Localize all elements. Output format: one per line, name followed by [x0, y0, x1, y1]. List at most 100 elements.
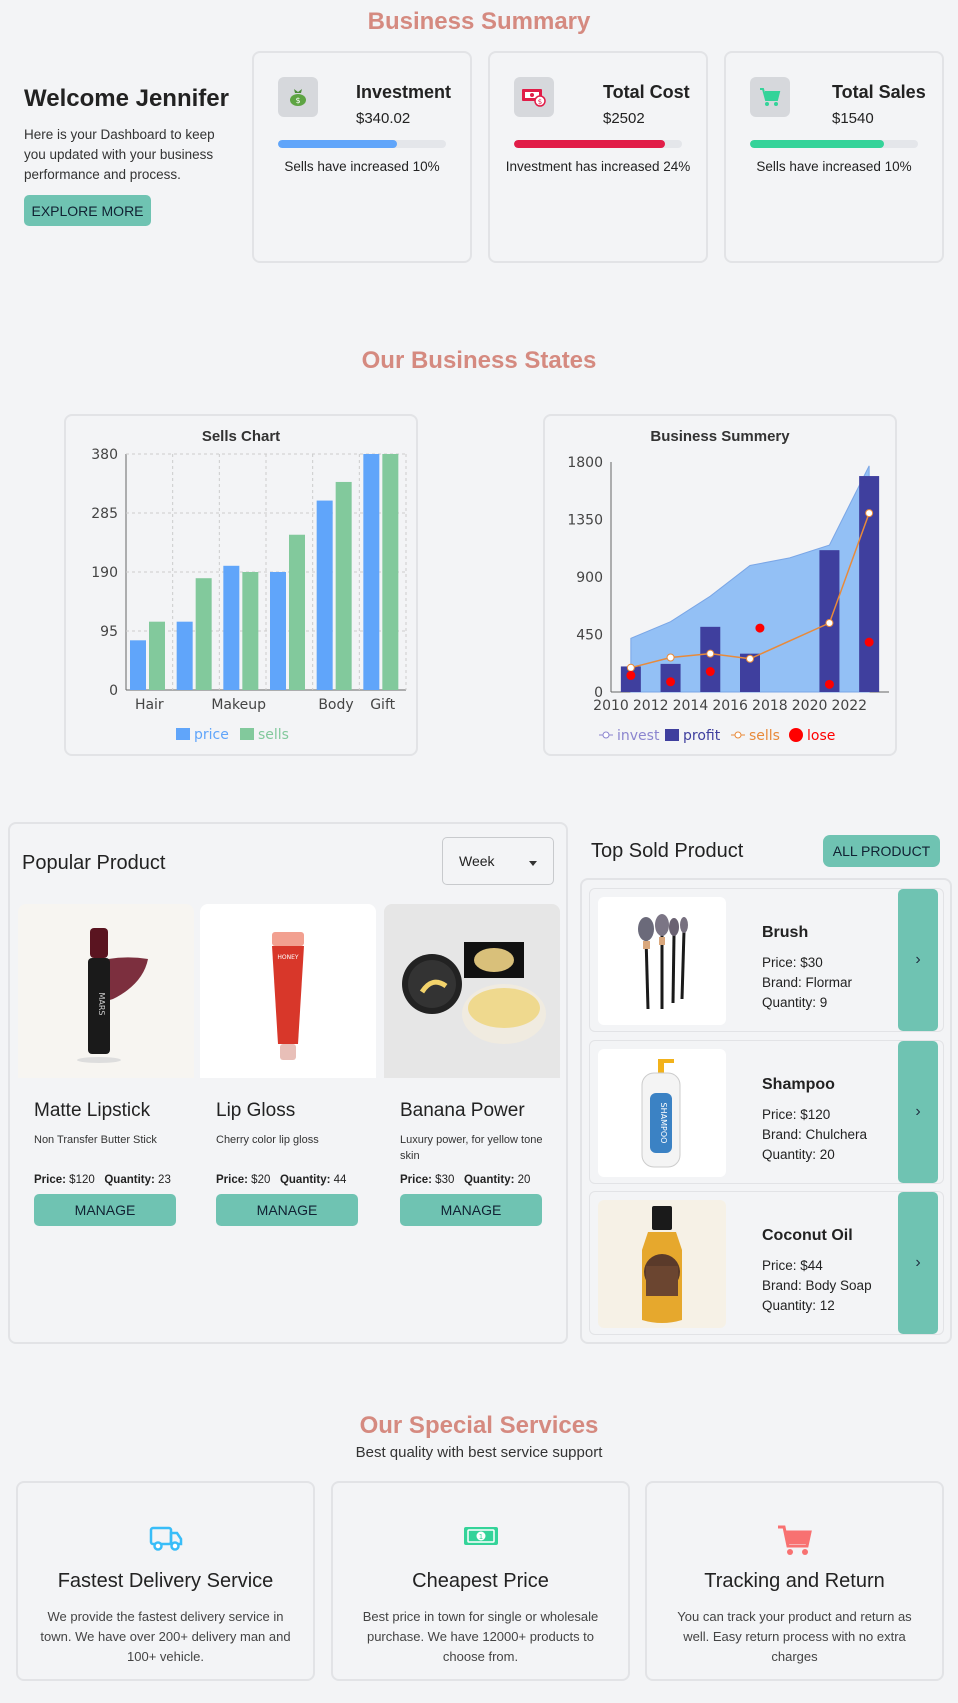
- welcome-title: Welcome Jennifer: [24, 85, 229, 112]
- stat-label: Total Sales: [832, 82, 926, 102]
- legend-label: sells: [749, 728, 780, 744]
- legend-swatch: [734, 731, 742, 739]
- bar-sells: [289, 534, 305, 690]
- product-name: Banana Power: [400, 1100, 525, 1121]
- point-sells: [706, 649, 715, 658]
- service-title: Fastest Delivery Service: [57, 1570, 274, 1592]
- stat-card-investment: $ Investment $340.02 Sells have increase…: [252, 51, 472, 263]
- bar-sells: [149, 621, 165, 690]
- product-desc: Luxury power, for yellow tone skin: [400, 1134, 543, 1162]
- bar-price: [223, 565, 240, 690]
- product-desc: Non Transfer Butter Stick: [34, 1134, 157, 1146]
- bar-sells: [195, 578, 212, 690]
- point-lose: [824, 679, 834, 689]
- point-lose: [705, 667, 715, 677]
- coconut-oil-image: [598, 1200, 726, 1328]
- chevron-right-icon[interactable]: ›: [898, 1192, 938, 1334]
- stat-card-total-sales: Total Sales $1540 Sells have increased 1…: [724, 51, 944, 263]
- y-tick-label: 190: [91, 565, 118, 581]
- y-tick-label: 95: [100, 624, 118, 640]
- bar-profit: [859, 476, 880, 692]
- stat-label: Investment: [356, 82, 452, 102]
- bar-sells: [382, 454, 399, 690]
- manage-button[interactable]: MANAGE: [34, 1194, 176, 1226]
- y-tick-label: 1800: [567, 455, 603, 471]
- stat-value: $340.02: [356, 110, 411, 127]
- money-icon: 1: [333, 1524, 628, 1564]
- sells-chart-card: Sells Chart 0 95 190 285 380 Hair Makeup Body Gi…: [64, 414, 418, 756]
- product-name: Lip Gloss: [216, 1100, 296, 1121]
- legend-label: profit: [683, 728, 721, 744]
- x-tick-label: 2022: [831, 698, 867, 714]
- point-lose: [864, 637, 874, 647]
- top-sold-name: Shampoo: [762, 1076, 835, 1093]
- stat-note: Sells have increased 10%: [284, 159, 440, 174]
- point-sells: [825, 619, 834, 627]
- all-product-button[interactable]: ALL PRODUCT: [823, 835, 940, 867]
- top-sold-info: Price: $44 Brand: Body Soap Quantity: 12: [762, 1258, 872, 1313]
- stat-progress-bar: [514, 140, 682, 148]
- svg-text:MARS: MARS: [97, 992, 106, 1015]
- stat-progress-bar: [278, 140, 446, 148]
- chevron-right-icon[interactable]: ›: [898, 889, 938, 1031]
- y-tick-label: 380: [91, 447, 118, 463]
- point-lose: [755, 623, 765, 633]
- x-tick-label: 2016: [712, 698, 748, 714]
- svg-text:HONEY: HONEY: [277, 954, 299, 961]
- top-sold-info: Price: $120 Brand: Chulchera Quantity: 20: [762, 1107, 868, 1162]
- explore-more-button[interactable]: EXPLORE MORE: [24, 195, 151, 226]
- legend-label: price: [194, 727, 229, 743]
- point-sells: [865, 509, 874, 518]
- point-sells: [626, 663, 635, 672]
- bar-sells: [242, 572, 259, 690]
- point-lose: [666, 677, 676, 687]
- y-tick-label: 900: [576, 570, 603, 586]
- period-select[interactable]: Week: [442, 837, 554, 885]
- y-tick-label: 1350: [567, 513, 603, 529]
- bar-sells: [335, 481, 352, 690]
- services-subtitle: Best quality with best service support: [355, 1444, 603, 1461]
- welcome-panel: Welcome Jennifer Here is your Dashboard …: [24, 85, 239, 226]
- product-price-qty: Price: $120 Quantity: 23: [34, 1174, 171, 1186]
- chevron-right-icon[interactable]: ›: [898, 1041, 938, 1183]
- popular-product-panel: Popular Product Week MARS Matte Lipstick…: [8, 822, 568, 1344]
- stat-progress-bar: [750, 140, 918, 148]
- top-sold-item: Coconut Oil Price: $44 Brand: Body Soap Qu…: [589, 1191, 944, 1335]
- x-tick-label: Body: [318, 697, 353, 713]
- product-card: MARS Matte Lipstick Non Transfer Butter …: [18, 904, 194, 1234]
- x-tick-label: Gift: [370, 697, 395, 713]
- bar-price: [270, 572, 286, 690]
- svg-text:SHAMPOO: SHAMPOO: [659, 1103, 668, 1144]
- business-states-title: Our Business States: [361, 347, 597, 374]
- point-sells: [746, 654, 754, 663]
- manage-button[interactable]: MANAGE: [400, 1194, 542, 1226]
- stat-value: $1540: [832, 110, 874, 127]
- top-sold-info: Price: $30 Brand: Flormar Quantity: 9: [762, 955, 853, 1010]
- legend-swatch: [602, 731, 610, 739]
- bar-price: [316, 500, 333, 690]
- services-title: Our Special Services: [359, 1412, 599, 1439]
- x-tick-label: Hair: [135, 697, 164, 713]
- x-tick-label: 2018: [752, 698, 788, 714]
- top-sold-item: Brush Price: $30 Brand: Flormar Quantity: …: [589, 888, 944, 1032]
- brush-image: [598, 897, 726, 1025]
- manage-button[interactable]: MANAGE: [216, 1194, 358, 1226]
- matte-lipstick-image: MARS: [18, 904, 194, 1078]
- legend-label: invest: [617, 728, 660, 744]
- x-tick-label: 2012: [633, 698, 669, 714]
- product-price-qty: Price: $30 Quantity: 20: [400, 1174, 531, 1186]
- stat-card-total-cost: $ Total Cost $2502 Investment has increa…: [488, 51, 708, 263]
- y-tick-label: 0: [109, 683, 118, 699]
- business-summary-title: Business Summary: [367, 8, 591, 35]
- stat-label: Total Cost: [603, 82, 690, 102]
- bar-price: [363, 454, 380, 690]
- truck-icon: [18, 1524, 313, 1564]
- welcome-text: Here is your Dashboard to keep you updat…: [24, 127, 215, 182]
- service-card: Fastest Delivery Service We provide the …: [16, 1481, 315, 1681]
- product-desc: Cherry color lip gloss: [216, 1134, 319, 1146]
- top-sold-title: Top Sold Product: [591, 840, 744, 862]
- popular-product-title: Popular Product: [22, 852, 166, 874]
- service-desc: You can track your product and return as…: [677, 1609, 912, 1664]
- legend-swatch: [665, 729, 679, 741]
- top-sold-panel: Brush Price: $30 Brand: Flormar Quantity: …: [580, 878, 952, 1344]
